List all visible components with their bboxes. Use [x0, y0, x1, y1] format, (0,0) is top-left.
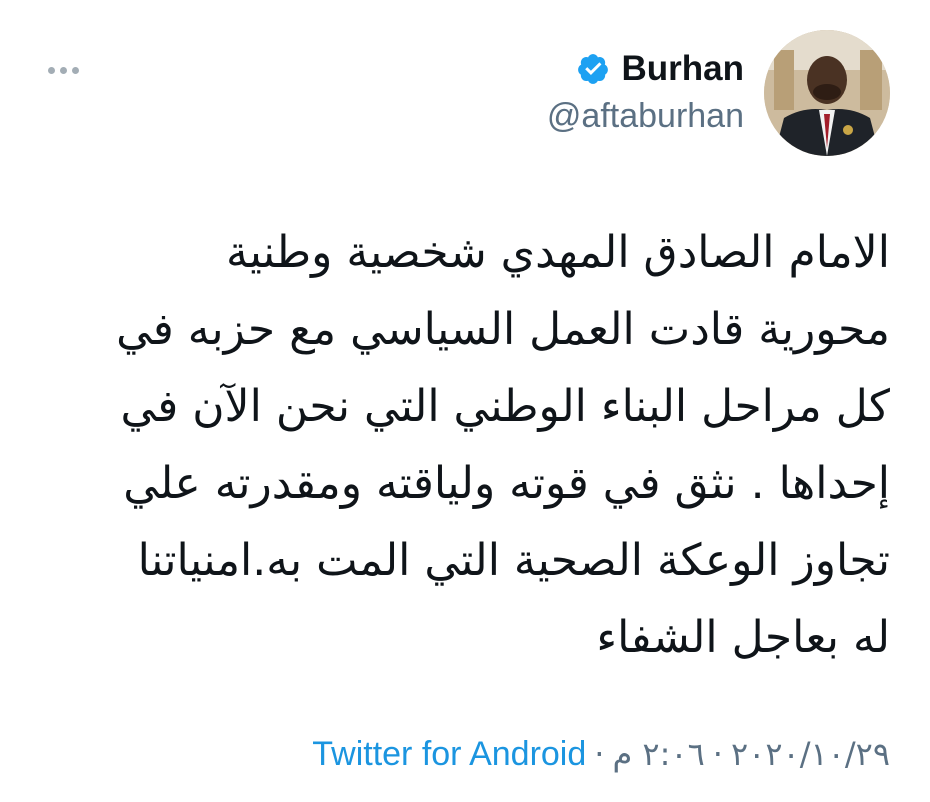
tweet-text-line: الامام الصادق المهدي شخصية وطنية	[226, 227, 890, 278]
tweet-text-line: إحداها . نثق في قوته ولياقته ومقدرته علي	[123, 458, 890, 509]
tweet-date[interactable]: ٢٠٢٠/١٠/٢٩	[731, 732, 890, 776]
tweet-time[interactable]: ٢:٠٦ م	[612, 732, 704, 776]
tweet-text-line: له بعاجل الشفاء	[596, 612, 890, 663]
tweet-text-line: تجاوز الوعكة الصحية التي المت به.امنياتن…	[137, 535, 890, 586]
avatar[interactable]	[764, 30, 890, 156]
tweet-text-line: محورية قادت العمل السياسي مع حزبه في	[116, 304, 890, 355]
author-handle[interactable]: @aftaburhan	[547, 96, 744, 136]
tweet-text: الامام الصادق المهدي شخصية وطنية محورية …	[60, 214, 890, 676]
author-display-name[interactable]: Burhan	[622, 48, 745, 90]
meta-separator: ·	[594, 735, 605, 773]
more-options-button[interactable]	[38, 52, 88, 88]
verified-badge-icon	[577, 54, 608, 84]
more-options-icon-dot	[59, 66, 67, 74]
tweet-text-line: كل مراحل البناء الوطني التي نحن الآن في	[120, 381, 890, 432]
tweet-source-link[interactable]: Twitter for Android	[312, 732, 586, 776]
more-options-icon	[47, 66, 55, 74]
meta-separator: ·	[712, 735, 723, 773]
author-name-row: Burhan	[576, 48, 745, 90]
more-options-icon-dot	[71, 66, 79, 74]
tweet-meta: ٢٠٢٠/١٠/٢٩ · ٢:٠٦ م · Twitter for Androi…	[312, 732, 890, 776]
tweet-card: Burhan @aftaburhan الامام الصادق المهدي …	[0, 0, 930, 802]
profile-photo	[764, 30, 890, 156]
